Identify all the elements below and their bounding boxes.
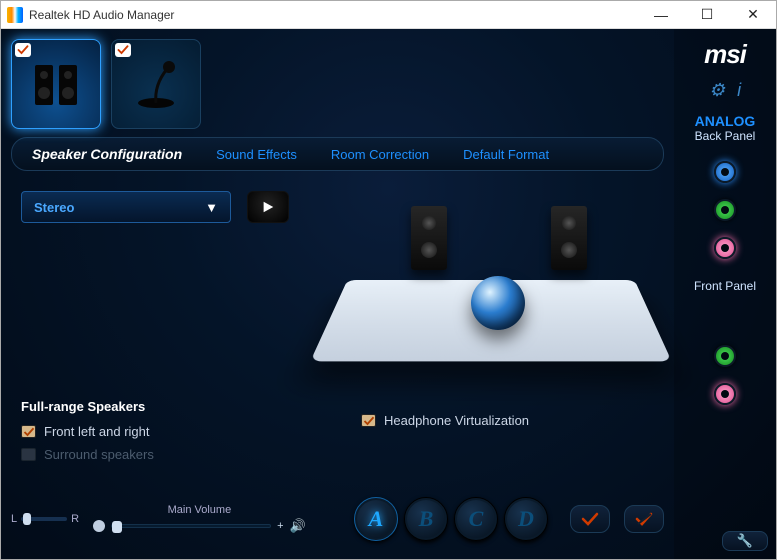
speakers-icon [27,55,85,113]
device-speakers[interactable] [11,39,101,129]
volume-plus-icon: + [277,520,283,532]
stage-speaker-right[interactable] [551,206,587,270]
tab-room-correction[interactable]: Room Correction [323,143,437,166]
stage-speaker-left[interactable] [411,206,447,270]
speaker-mode-value: Stereo [34,200,74,215]
balance-left-label: L [11,513,17,525]
device-speakers-check[interactable] [15,43,31,57]
back-jack-line-out[interactable] [714,199,736,221]
checkbox-hp-virt-box [361,414,376,427]
brand-logo: msi [704,39,746,70]
checkbox-headphone-virtualization[interactable]: Headphone Virtualization [361,413,661,428]
test-play-button[interactable] [247,191,289,223]
window-maximize-button[interactable]: ☐ [684,1,730,29]
checkbox-surround: Surround speakers [21,447,321,462]
preset-a[interactable]: A [354,497,398,541]
device-microphone-check[interactable] [115,43,131,57]
checkbox-surround-label: Surround speakers [44,447,154,462]
preset-d[interactable]: D [504,497,548,541]
back-panel-label: Back Panel [695,129,756,143]
preset-b[interactable]: B [404,497,448,541]
connector-settings-button[interactable]: 🔧 [722,531,768,551]
main-volume-slider[interactable] [111,524,271,528]
checkbox-surround-box [21,448,36,461]
back-jack-mic[interactable] [714,237,736,259]
microphone-icon [127,55,185,113]
chevron-down-icon: ▼ [205,200,218,215]
front-jack-headphone[interactable] [714,345,736,367]
speaker-volume-icon: 🔊 [290,518,306,534]
checkbox-front-lr[interactable]: Front left and right [21,424,321,439]
tab-default-format[interactable]: Default Format [455,143,557,166]
stage-listener-sphere [471,276,525,330]
checkbox-front-lr-box [21,425,36,438]
front-jack-mic[interactable] [714,383,736,405]
front-panel-label: Front Panel [694,279,756,293]
main-volume-label: Main Volume [168,504,232,516]
preset-c[interactable]: C [454,497,498,541]
window-close-button[interactable]: ✕ [730,1,776,29]
preset-delete-button[interactable] [624,505,664,533]
tab-bar: Speaker Configuration Sound Effects Room… [11,137,664,171]
full-range-title: Full-range Speakers [21,399,321,414]
right-sidebar: msi ⚙ i ANALOG Back Panel Front Panel 🔧 [674,29,776,559]
mute-button[interactable] [93,520,105,532]
checkbox-front-lr-label: Front left and right [44,424,150,439]
window-minimize-button[interactable]: ― [638,1,684,29]
balance-right-label: R [71,513,79,525]
tab-speaker-configuration[interactable]: Speaker Configuration [24,142,190,166]
device-microphone[interactable] [111,39,201,129]
window-title: Realtek HD Audio Manager [29,8,174,22]
speaker-stage [331,176,651,386]
back-jack-line-in[interactable] [714,161,736,183]
main-volume-knob[interactable] [112,521,122,533]
analog-label: ANALOG [695,113,756,129]
checkbox-hp-virt-label: Headphone Virtualization [384,413,529,428]
preset-save-button[interactable] [570,505,610,533]
balance-knob[interactable] [23,513,31,525]
tab-sound-effects[interactable]: Sound Effects [208,143,305,166]
app-icon [7,7,23,23]
speaker-mode-dropdown[interactable]: Stereo ▼ [21,191,231,223]
info-icon[interactable]: i [737,80,741,101]
balance-slider[interactable]: L R [11,513,79,525]
window-titlebar: Realtek HD Audio Manager ― ☐ ✕ [1,1,776,29]
preset-buttons: A B C D [354,497,548,541]
settings-gear-icon[interactable]: ⚙ [709,80,725,101]
